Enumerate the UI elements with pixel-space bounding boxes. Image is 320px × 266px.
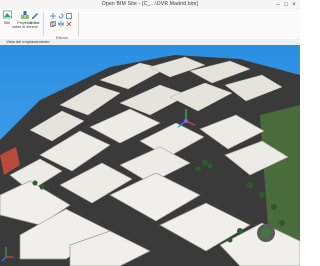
move-icon[interactable] — [50, 13, 56, 19]
delete-icon[interactable] — [66, 21, 72, 27]
close-icon[interactable]: × — [290, 1, 298, 8]
3d-viewport[interactable] — [0, 45, 300, 266]
minimize-icon[interactable]: – — [274, 1, 282, 8]
app-window: Open BIM Site - [C_...\OVR Madrid.bim] –… — [0, 0, 300, 266]
mirror-icon[interactable] — [58, 21, 64, 27]
edit-button-label: Editar — [30, 21, 40, 25]
rotate-icon[interactable] — [58, 13, 64, 19]
roundabout — [257, 224, 275, 242]
edit-button[interactable]: Editar — [29, 10, 41, 25]
copy-icon[interactable] — [50, 21, 56, 27]
maximize-icon[interactable]: □ — [282, 1, 290, 8]
site-icon — [2, 10, 12, 19]
ribbon-separator — [78, 12, 79, 36]
ribbon-separator — [43, 12, 44, 36]
site-button[interactable]: Site — [2, 10, 12, 25]
pencil-icon — [32, 13, 38, 19]
ribbon-toolbar: Site Proyectar sobre el terreno Editar E… — [0, 9, 300, 40]
city-model-canvas[interactable] — [0, 45, 300, 266]
scale-icon[interactable] — [66, 13, 72, 19]
window-title: Open BIM Site - [C_...\OVR Madrid.bim] — [101, 1, 199, 7]
site-button-label: Site — [3, 21, 11, 25]
